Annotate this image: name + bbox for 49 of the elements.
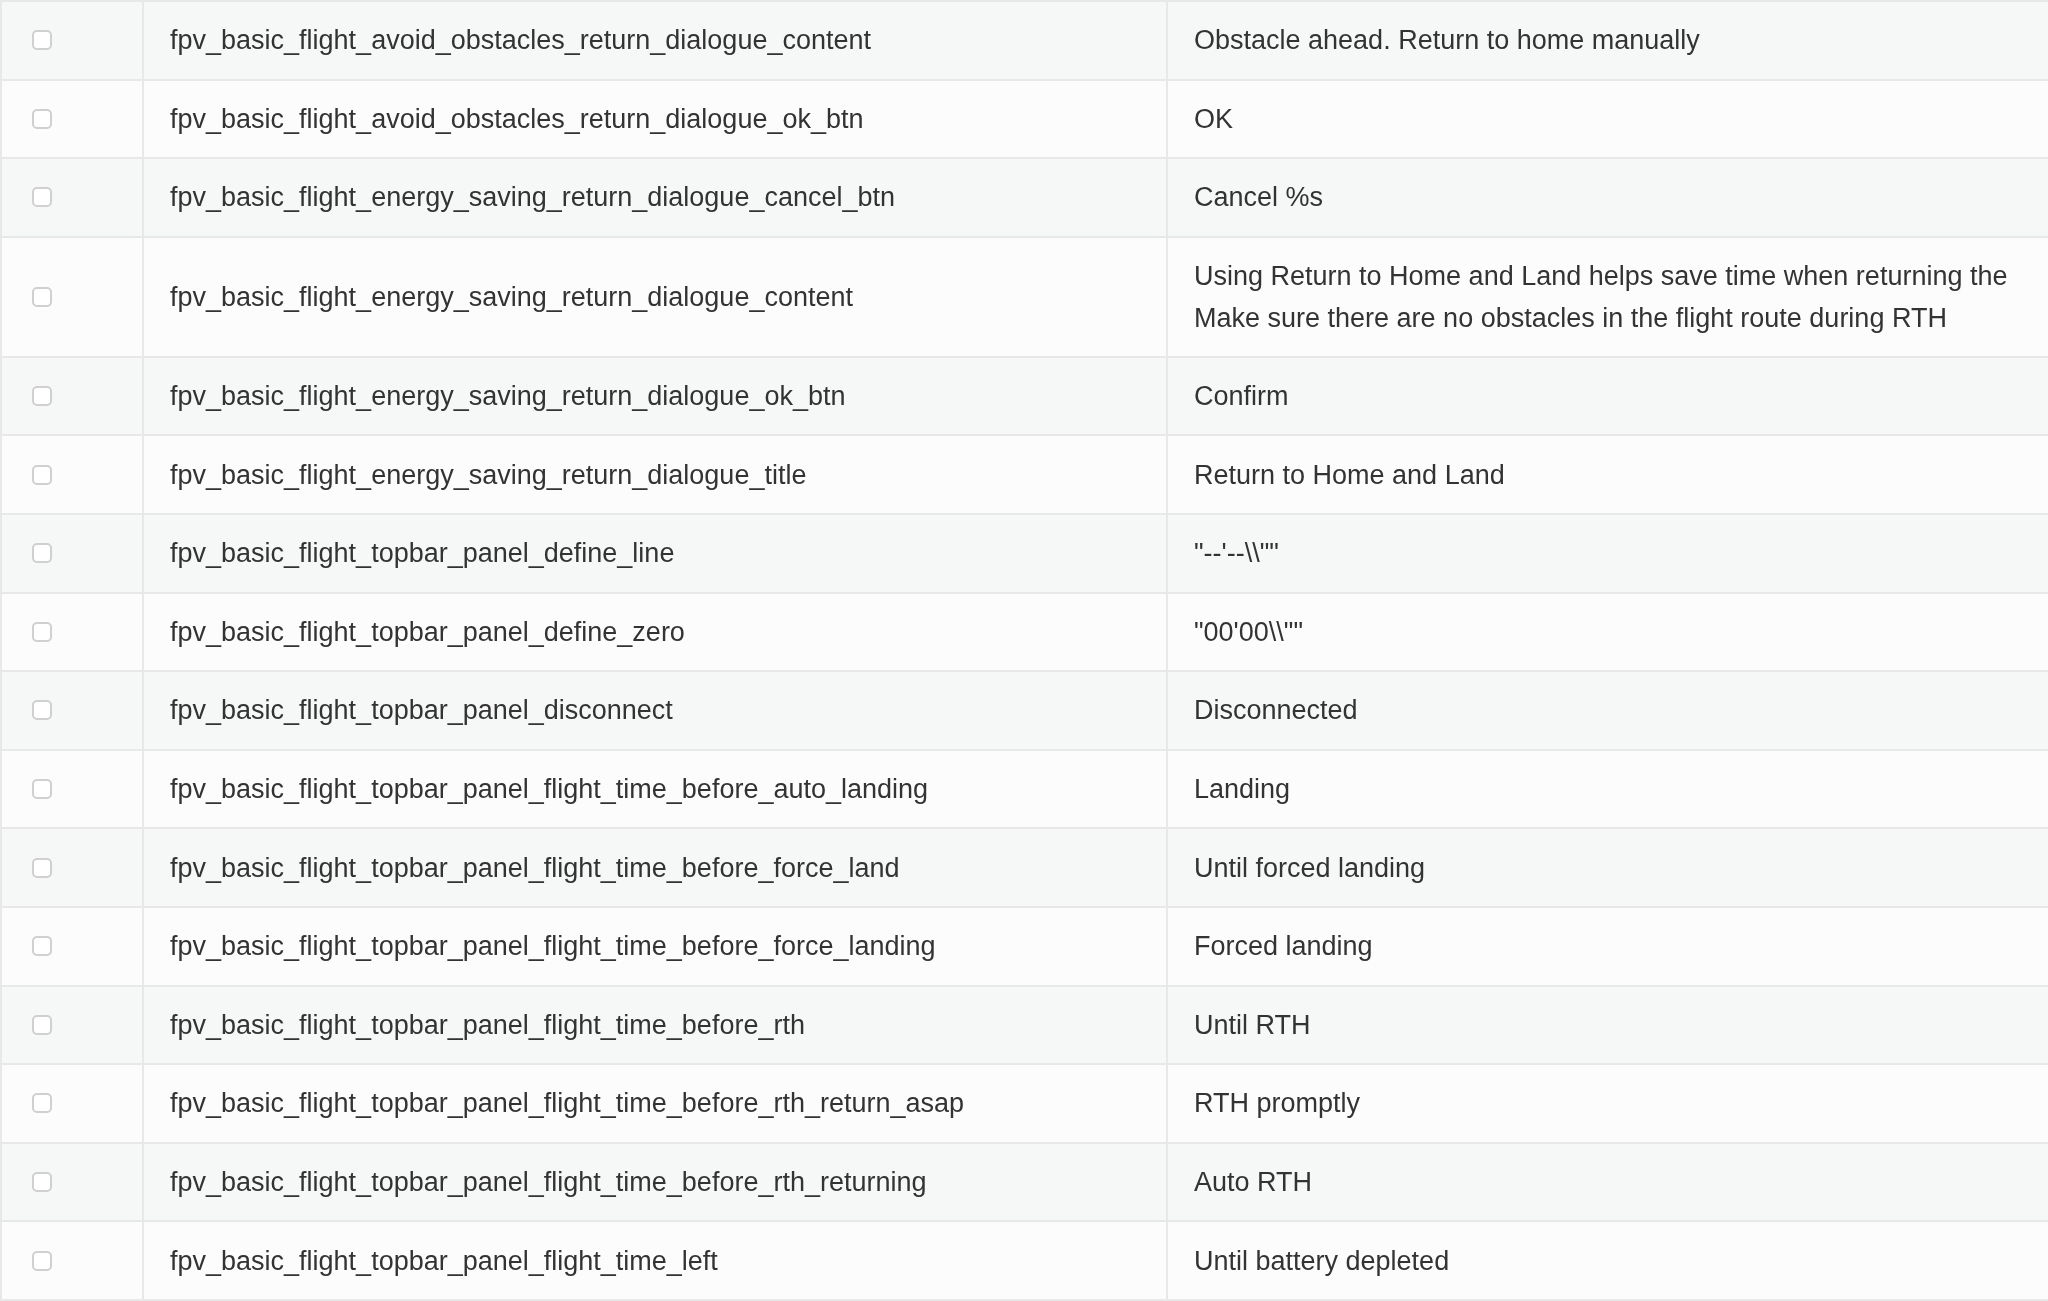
row-checkbox[interactable] — [32, 857, 52, 878]
key-text: fpv_basic_flight_topbar_panel_flight_time_before_force_land — [170, 851, 901, 885]
row-checkbox[interactable] — [32, 700, 52, 721]
key-text: fpv_basic_flight_energy_saving_return_dialogue_cancel_btn — [170, 181, 897, 215]
value-text: Return to Home and Land — [1194, 458, 1506, 492]
key-text: fpv_basic_flight_topbar_panel_disconnect — [170, 694, 674, 728]
row-checkbox[interactable] — [32, 30, 52, 51]
row-checkbox[interactable] — [32, 621, 52, 642]
row-checkbox[interactable] — [32, 936, 52, 957]
value-text: OK — [1194, 102, 1234, 136]
value-text: "--'--\\"" — [1194, 537, 1280, 571]
row-checkbox[interactable] — [32, 386, 52, 407]
row-checkbox[interactable] — [32, 543, 52, 564]
key-text: fpv_basic_flight_topbar_panel_flight_time_before_rth_return_asap — [170, 1087, 966, 1121]
value-text: Until RTH — [1194, 1008, 1312, 1042]
value-text: Landing — [1194, 773, 1292, 807]
row-checkbox[interactable] — [32, 464, 52, 485]
value-text: Cancel %s — [1194, 181, 1325, 215]
value-text: Using Return to Home and Land helps save time when returning the — [1194, 259, 2009, 293]
value-text: Make sure there are no obstacles in the flight route during RTH — [1194, 301, 1948, 335]
value-text: Until forced landing — [1194, 851, 1427, 885]
key-text: fpv_basic_flight_energy_saving_return_dialogue_ok_btn — [170, 380, 847, 414]
key-text: fpv_basic_flight_topbar_panel_flight_time_before_rth — [170, 1008, 806, 1042]
value-text: Auto RTH — [1194, 1166, 1314, 1199]
key-text: fpv_basic_flight_energy_saving_return_dialogue_content — [170, 280, 854, 314]
key-text: fpv_basic_flight_topbar_panel_flight_time_before_force_landing — [170, 930, 937, 964]
value-text: RTH promptly — [1194, 1087, 1362, 1121]
value-text: Confirm — [1194, 380, 1290, 414]
row-checkbox[interactable] — [32, 108, 52, 129]
key-text: fpv_basic_flight_energy_saving_return_dialogue_title — [170, 458, 808, 492]
value-text: Disconnected — [1194, 694, 1359, 728]
row-checkbox[interactable] — [32, 1172, 52, 1192]
value-text: "00'00\\"" — [1194, 615, 1304, 649]
row-checkbox[interactable] — [32, 187, 52, 208]
key-text: fpv_basic_flight_topbar_panel_flight_time_before_rth_returning — [170, 1166, 928, 1199]
row-checkbox[interactable] — [32, 286, 52, 307]
key-text: fpv_basic_flight_avoid_obstacles_return_dialogue_ok_btn — [170, 102, 865, 136]
key-text: fpv_basic_flight_topbar_panel_define_zero — [170, 615, 686, 649]
row-checkbox[interactable] — [32, 1093, 52, 1114]
key-text: fpv_basic_flight_topbar_panel_flight_time_left — [170, 1244, 719, 1278]
row-checkbox[interactable] — [32, 1250, 52, 1271]
value-text: Until battery depleted — [1194, 1244, 1451, 1278]
value-text: Forced landing — [1194, 930, 1374, 964]
key-text: fpv_basic_flight_avoid_obstacles_return_dialogue_content — [170, 24, 872, 58]
value-text: Obstacle ahead. Return to home manually — [1194, 24, 1701, 58]
key-text: fpv_basic_flight_topbar_panel_define_line — [170, 537, 676, 571]
row-checkbox[interactable] — [32, 1014, 52, 1035]
key-text: fpv_basic_flight_topbar_panel_flight_time_before_auto_landing — [170, 773, 930, 807]
row-checkbox[interactable] — [32, 779, 52, 800]
